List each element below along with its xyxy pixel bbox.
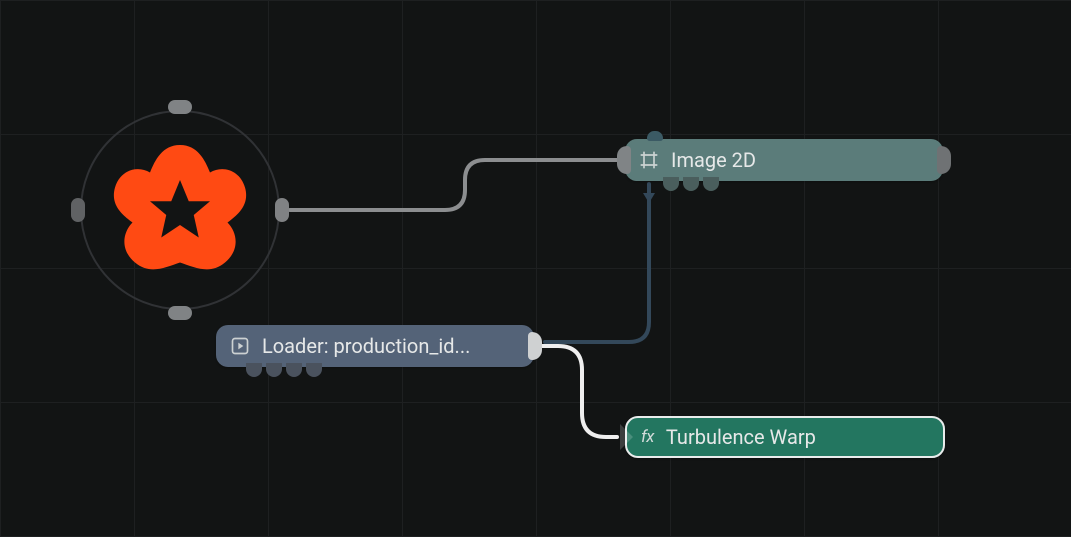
node-loader[interactable]: Loader: production_id... [216, 325, 534, 367]
wire-hub-to-image2d[interactable] [290, 160, 617, 210]
node-graph-canvas[interactable]: Image 2D Loader: production_id... fx Tur… [0, 0, 1071, 537]
fx-icon: fx [641, 427, 654, 447]
node-label: Loader: production_id... [262, 334, 470, 358]
node-input-port[interactable] [620, 424, 633, 450]
node-input-port[interactable] [617, 146, 631, 174]
node-turbulence-warp[interactable]: fx Turbulence Warp [625, 416, 945, 458]
node-label: Turbulence Warp [666, 425, 816, 449]
node-extra-ports[interactable] [246, 363, 322, 377]
node-top-port[interactable] [647, 131, 663, 141]
wire-arrow-into-image2d [643, 193, 655, 203]
node-label: Image 2D [671, 148, 756, 172]
wire-loader-to-turbulence[interactable] [540, 346, 617, 437]
node-image-2d[interactable]: Image 2D [625, 139, 943, 181]
hub-node[interactable] [72, 102, 288, 318]
frame-icon [639, 150, 659, 170]
wire-image2d-to-loader[interactable] [545, 184, 649, 342]
hub-logo-star-icon [72, 102, 288, 318]
node-output-port[interactable] [937, 146, 951, 174]
play-square-icon [230, 336, 250, 356]
node-extra-ports[interactable] [663, 177, 719, 191]
node-output-port[interactable] [528, 332, 542, 360]
